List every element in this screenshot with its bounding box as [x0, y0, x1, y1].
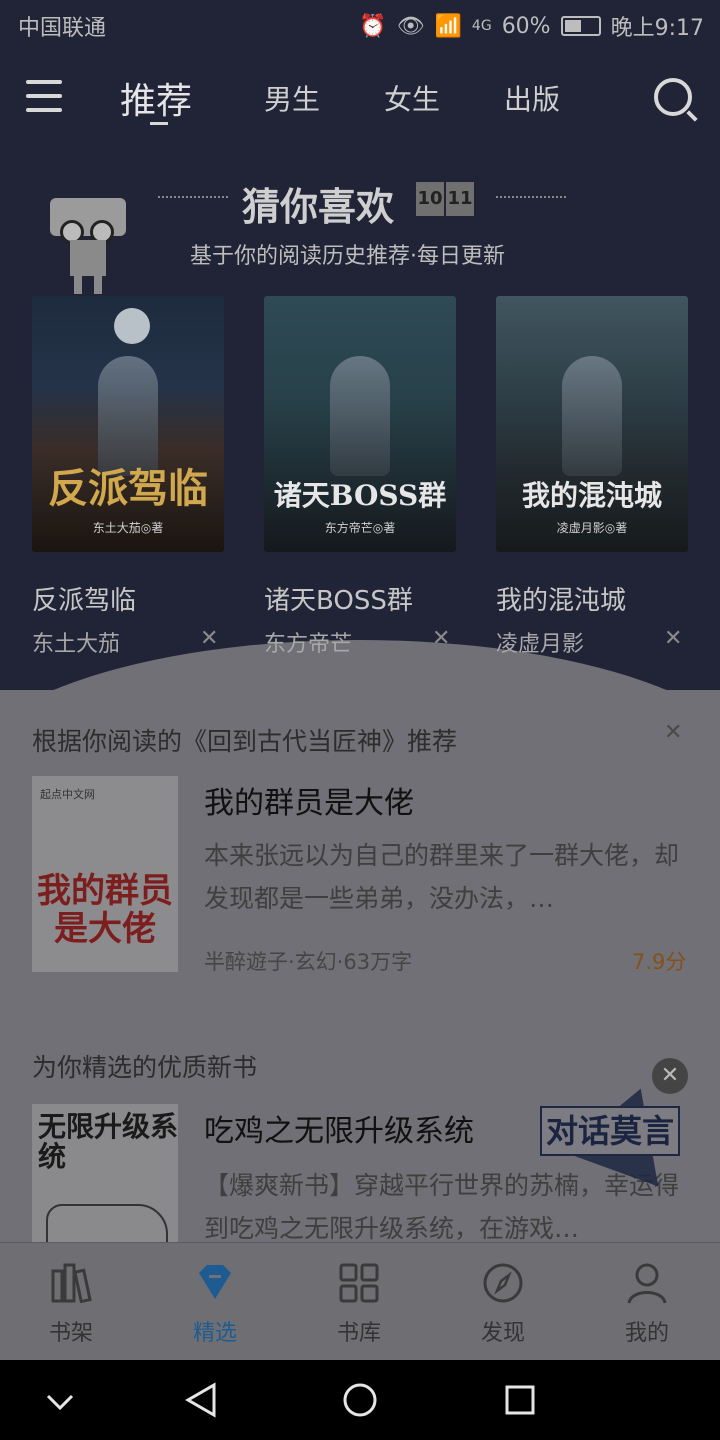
section-title: 根据你阅读的《回到古代当匠神》推荐: [32, 727, 458, 756]
book-title[interactable]: 吃鸡之无限升级系统: [204, 1106, 474, 1150]
book-cover[interactable]: 起点中文网 我的群员是大佬: [32, 776, 178, 972]
book-cover[interactable]: 反派驾临 东土大茄◎著: [32, 296, 224, 552]
sound-wave-right: [496, 196, 566, 206]
tab-recommend[interactable]: 推荐: [120, 72, 192, 124]
home-icon[interactable]: [342, 1382, 378, 1422]
chevron-down-icon[interactable]: [44, 1386, 76, 1422]
search-icon[interactable]: [654, 78, 692, 116]
tab-male[interactable]: 男生: [264, 78, 320, 118]
status-bar: 中国联通 ⏰ 👁 📶 4G 60% 晚上9:17: [0, 0, 720, 50]
diamond-icon: [193, 1261, 237, 1305]
battery-icon: [560, 16, 601, 36]
battery-percent: 60%: [501, 13, 551, 39]
close-icon[interactable]: ✕: [652, 1058, 688, 1094]
tab-bookshelf[interactable]: 书架: [26, 1261, 116, 1347]
compass-icon: [481, 1261, 525, 1305]
grid-icon: [337, 1261, 381, 1305]
bottom-tab-bar: 书架 精选 书库 发现 我的: [0, 1242, 720, 1361]
close-icon[interactable]: ✕: [664, 720, 682, 745]
book-title[interactable]: 我的混沌城: [496, 580, 626, 617]
book-author: 东土大茄: [32, 632, 121, 657]
back-icon[interactable]: [184, 1382, 218, 1422]
tab-featured[interactable]: 精选: [170, 1261, 260, 1347]
tab-library[interactable]: 书库: [314, 1261, 404, 1347]
dismiss-icon[interactable]: ✕: [432, 626, 450, 651]
book-cover[interactable]: 我的混沌城 凌虚月影◎著: [496, 296, 688, 552]
tab-female[interactable]: 女生: [384, 78, 440, 118]
dismiss-icon[interactable]: ✕: [664, 626, 682, 651]
system-nav-bar: [0, 1360, 720, 1440]
book-title[interactable]: 反派驾临: [32, 580, 136, 617]
tab-discover[interactable]: 发现: [458, 1261, 548, 1347]
book-title[interactable]: 诸天BOSS群: [264, 580, 413, 617]
active-tab-indicator: [150, 122, 168, 125]
guess-subtitle: 基于你的阅读历史推荐·每日更新: [190, 244, 505, 269]
alarm-icon: ⏰: [359, 13, 387, 39]
network-label: 4G: [471, 18, 492, 34]
top-nav: 推荐 男生 女生 出版: [0, 60, 720, 140]
calendar-icon: 10 11: [416, 182, 474, 216]
wifi-icon: 📶: [434, 13, 462, 39]
book-title[interactable]: 我的群员是大佬: [204, 778, 414, 822]
book-author: 东方帝芒: [264, 632, 353, 657]
eye-icon: 👁: [396, 13, 425, 39]
book-author: 凌虚月影: [496, 632, 585, 657]
promo-badge[interactable]: 对话莫言: [536, 1071, 688, 1187]
dismiss-icon[interactable]: ✕: [200, 626, 218, 651]
tab-profile[interactable]: 我的: [602, 1261, 692, 1347]
book-description: 【爆爽新书】穿越平行世界的苏楠，幸运得到吃鸡之无限升级系统，在游戏…: [204, 1171, 680, 1243]
book-score: 7.9分: [632, 950, 687, 974]
person-icon: [625, 1261, 669, 1305]
robot-illustration: [30, 186, 170, 294]
section-title: 为你精选的优质新书: [32, 1053, 258, 1082]
bookshelf-icon: [49, 1261, 93, 1305]
guess-title: 猜你喜欢: [242, 185, 395, 229]
time-label: 晚上9:17: [610, 16, 704, 41]
sound-wave-left: [158, 196, 228, 206]
book-description: 本来张远以为自己的群里来了一群大佬，却发现都是一些弟弟，没办法，…: [204, 841, 680, 913]
recents-icon[interactable]: [504, 1384, 536, 1420]
book-cover[interactable]: 诸天BOSS群 东方帝芒◎著: [264, 296, 456, 552]
menu-icon[interactable]: [26, 80, 62, 114]
tab-publish[interactable]: 出版: [504, 78, 560, 118]
carrier-label: 中国联通: [18, 16, 107, 41]
book-meta: 半醉遊子·玄幻·63万字: [204, 950, 413, 974]
